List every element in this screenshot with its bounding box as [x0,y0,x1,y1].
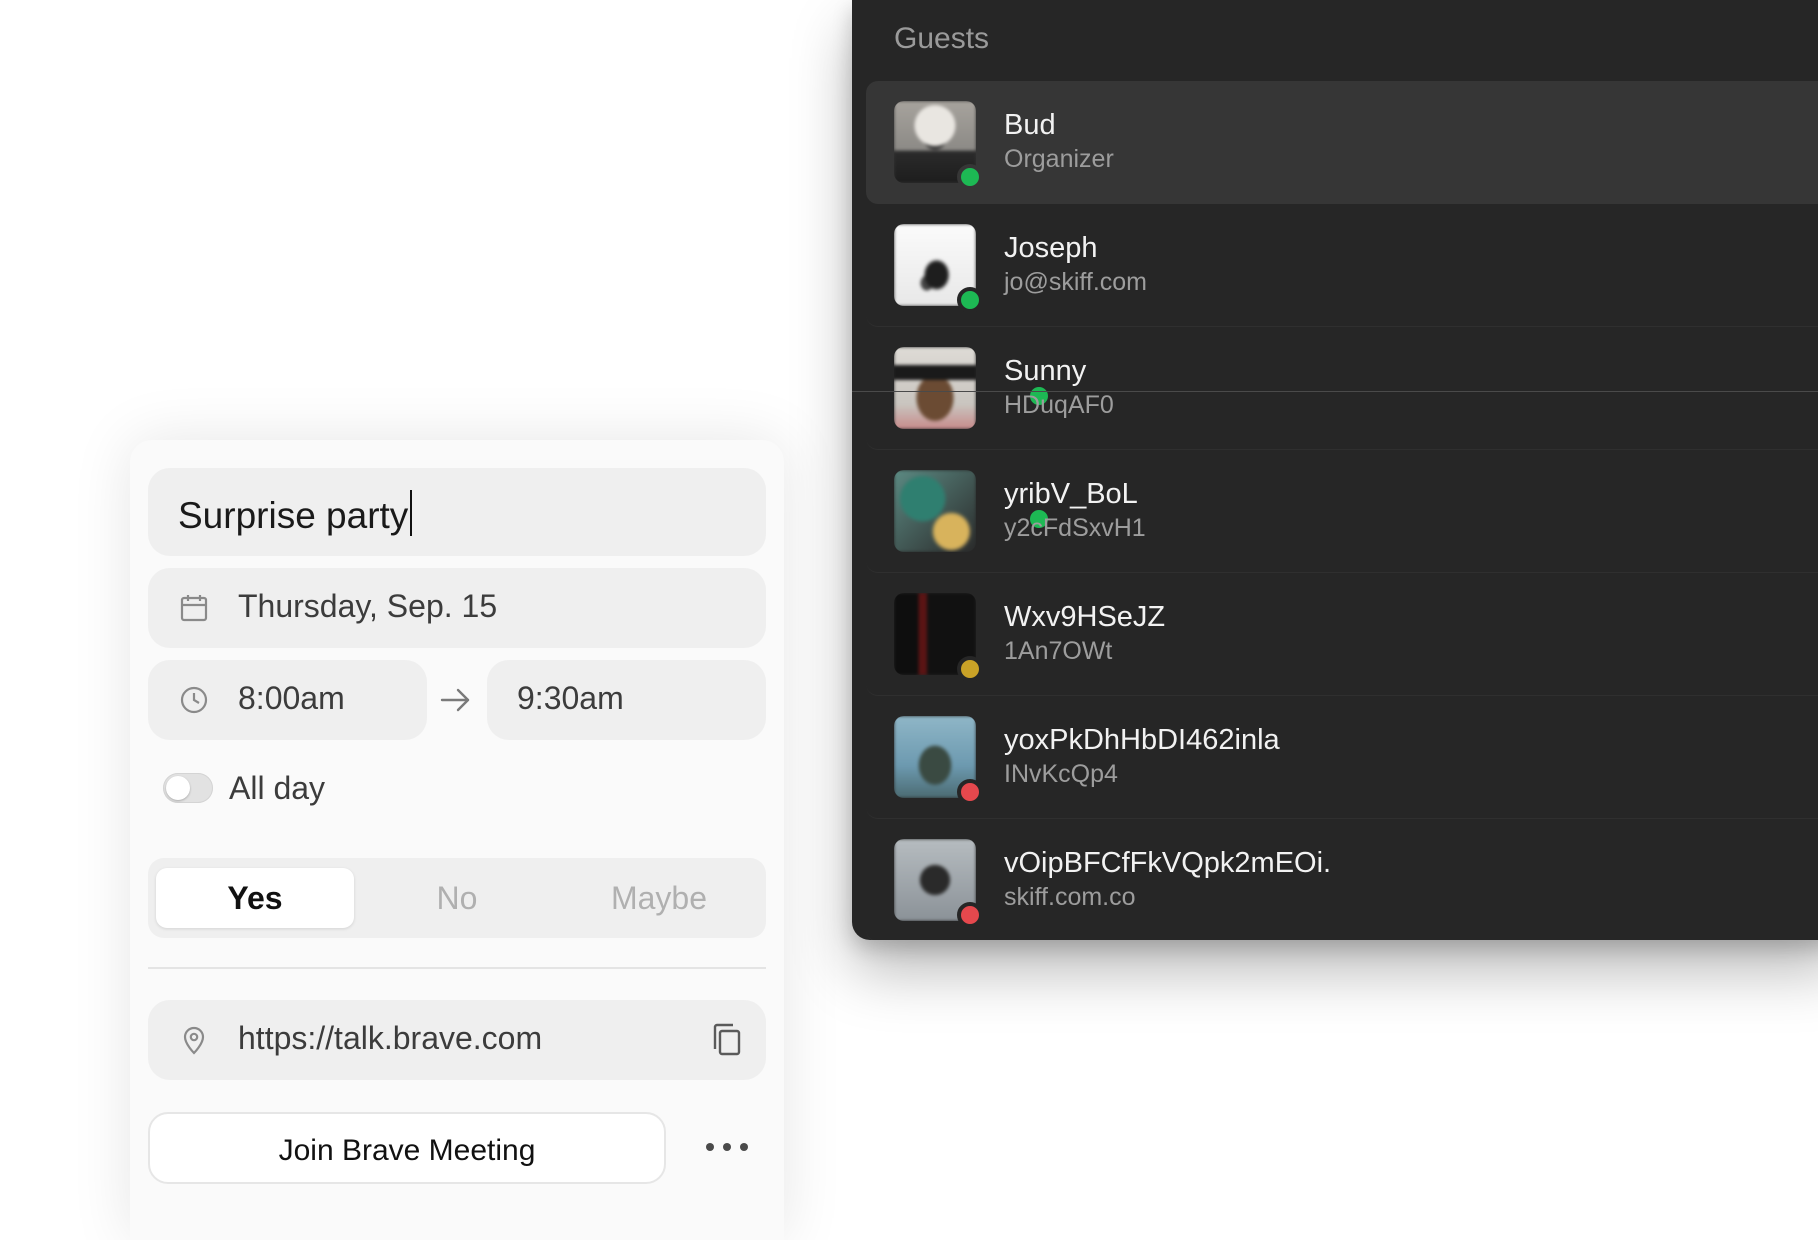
guest-role: Organizer [1004,145,1114,173]
more-horizontal-icon [740,1143,748,1151]
status-online-indicator [957,287,983,313]
guest-name: Bud [1004,109,1056,141]
avatar [894,347,976,429]
event-card: Surprise party Thursday, Sep. 15 8:00am … [130,440,784,1240]
guest-id: INvKcQp4 [1004,760,1118,788]
guest-list: Bud Organizer Joseph jo@skiff.com Sunny … [866,81,1818,940]
copy-icon[interactable] [710,1022,744,1058]
arrow-right-icon [440,688,470,712]
rsvp-yes-option[interactable]: Yes [156,868,354,928]
guest-id: y2cFdSxvH1 [1004,514,1146,542]
clock-icon [180,686,208,714]
all-day-label: All day [229,770,326,806]
event-date: Thursday, Sep. 15 [238,588,498,624]
more-horizontal-icon [723,1143,731,1151]
toggle-knob [166,776,190,800]
map-pin-icon [183,1026,205,1055]
date-picker[interactable]: Thursday, Sep. 15 [148,568,766,648]
rsvp-no-option[interactable]: No [358,868,556,928]
calendar-icon [180,595,208,622]
guest-row[interactable]: Wxv9HSeJZ 1An7OWt [866,573,1818,696]
guest-row[interactable]: yribV_BoL y2cFdSxvH1 [866,450,1818,573]
rsvp-segmented-control: Yes No Maybe [148,858,766,938]
more-options-button[interactable] [700,1128,760,1168]
status-busy-indicator [957,779,983,805]
event-title-text: Surprise party [178,490,413,537]
guests-title: Guests [894,22,990,55]
more-horizontal-icon [706,1143,714,1151]
guest-name: Joseph [1004,232,1098,264]
guest-row[interactable]: Joseph jo@skiff.com [866,204,1818,327]
all-day-toggle[interactable] [163,773,213,803]
guest-name: yribV_BoL [1004,478,1138,510]
guests-panel: Guests Bud Organizer Joseph jo@skiff.com… [852,0,1818,940]
rsvp-maybe-option[interactable]: Maybe [560,868,758,928]
start-time: 8:00am [238,680,345,716]
guest-name: yoxPkDhHbDI462inla [1004,724,1280,756]
guest-name: vOipBFCfFkVQpk2mEOi. [1004,847,1332,879]
join-meeting-button[interactable]: Join Brave Meeting [148,1112,666,1184]
text-caret [410,490,413,536]
guest-name: Sunny [1004,355,1087,387]
section-divider [148,967,766,969]
meeting-link: https://talk.brave.com [238,1020,543,1056]
divider-line [852,391,1818,392]
event-title-input[interactable]: Surprise party [148,468,766,556]
avatar [894,470,976,552]
status-away-indicator [957,656,983,682]
guest-row[interactable]: Bud Organizer [866,81,1818,204]
guest-email: skiff.com.co [1004,883,1136,911]
status-online-indicator [957,164,983,190]
guest-row[interactable]: yoxPkDhHbDI462inla INvKcQp4 [866,696,1818,819]
start-time-picker[interactable]: 8:00am [148,660,427,740]
guest-email: jo@skiff.com [1004,268,1148,296]
guest-row[interactable]: Sunny HDuqAF0 [866,327,1818,450]
end-time-picker[interactable]: 9:30am [487,660,766,740]
guest-name: Wxv9HSeJZ [1004,601,1166,633]
end-time: 9:30am [517,680,624,716]
location-field[interactable]: https://talk.brave.com [148,1000,766,1080]
guest-id: 1An7OWt [1004,637,1113,665]
status-busy-indicator [957,902,983,928]
guest-row[interactable]: vOipBFCfFkVQpk2mEOi. skiff.com.co [866,819,1818,940]
guest-id: HDuqAF0 [1004,391,1114,419]
